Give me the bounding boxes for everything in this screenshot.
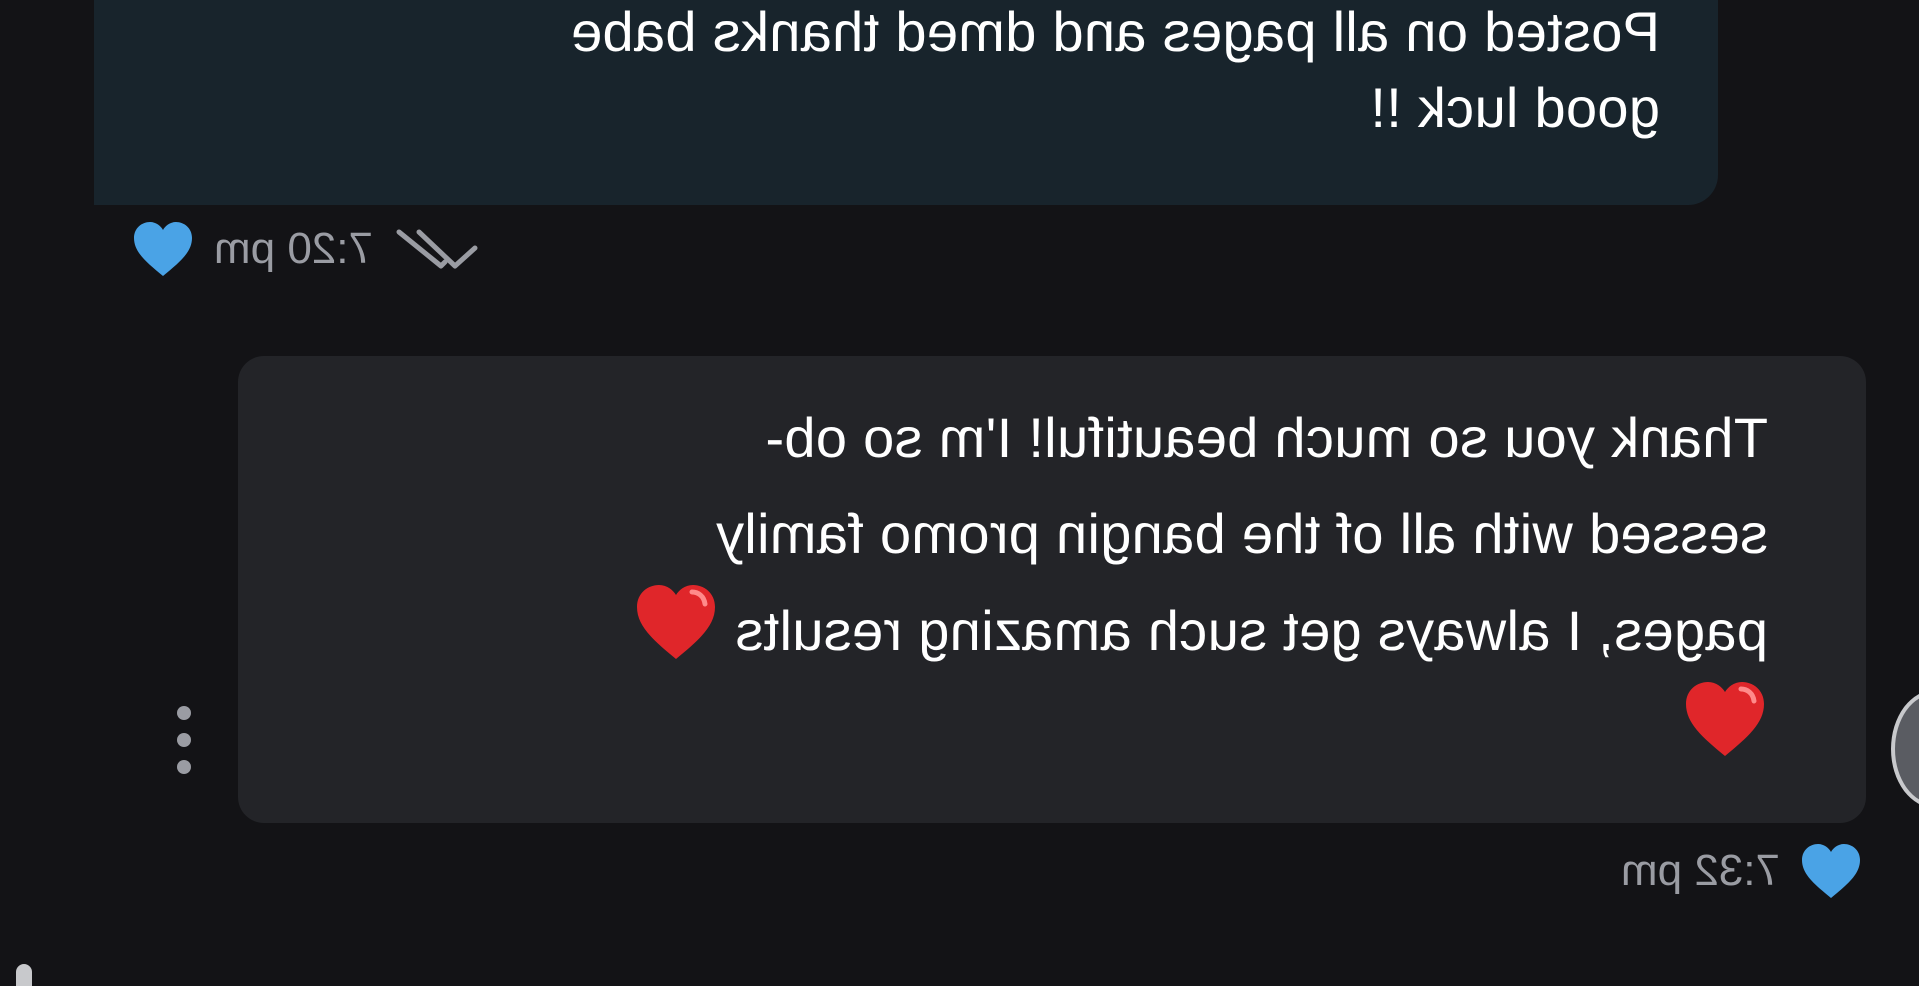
dot: [177, 706, 191, 720]
scrollbar[interactable]: [16, 964, 32, 986]
message-line: pages, I always get such amazing results: [298, 582, 1768, 679]
dot: [177, 760, 191, 774]
message-text: Thank you so much beautiful! I'm so ob- …: [298, 390, 1768, 776]
message-text: Posted on all pages and dmed thanks babe…: [160, 0, 1660, 146]
message-time: 7:20 pm: [214, 224, 373, 273]
message-meta-sent: 7:20 pm: [132, 214, 479, 284]
message-line: Posted on all pages and dmed thanks babe: [570, 0, 1660, 63]
message-line-text: pages, I always get such amazing results: [735, 599, 1768, 662]
blue-heart-icon[interactable]: [132, 220, 194, 278]
red-heart-icon: [633, 582, 719, 662]
message-time: 7:32 pm: [1621, 846, 1780, 895]
double-check-icon: [393, 224, 479, 274]
blue-heart-icon[interactable]: [1800, 842, 1862, 900]
message-bubble-received[interactable]: Thank you so much beautiful! I'm so ob- …: [238, 356, 1866, 823]
message-bubble-sent[interactable]: Posted on all pages and dmed thanks babe…: [94, 0, 1718, 205]
message-line: [298, 679, 1768, 776]
dot: [177, 733, 191, 747]
message-line: good luck !!: [1370, 76, 1660, 139]
red-heart-icon: [1682, 679, 1768, 759]
message-meta-received: 7:32 pm: [1601, 836, 1862, 906]
avatar[interactable]: [1891, 690, 1919, 808]
more-options-button[interactable]: [164, 706, 204, 774]
message-line: Thank you so much beautiful! I'm so ob-: [765, 406, 1768, 469]
chat-screen: Posted on all pages and dmed thanks babe…: [0, 0, 1919, 986]
message-line: sessed with all of the bangin promo fami…: [715, 502, 1768, 565]
